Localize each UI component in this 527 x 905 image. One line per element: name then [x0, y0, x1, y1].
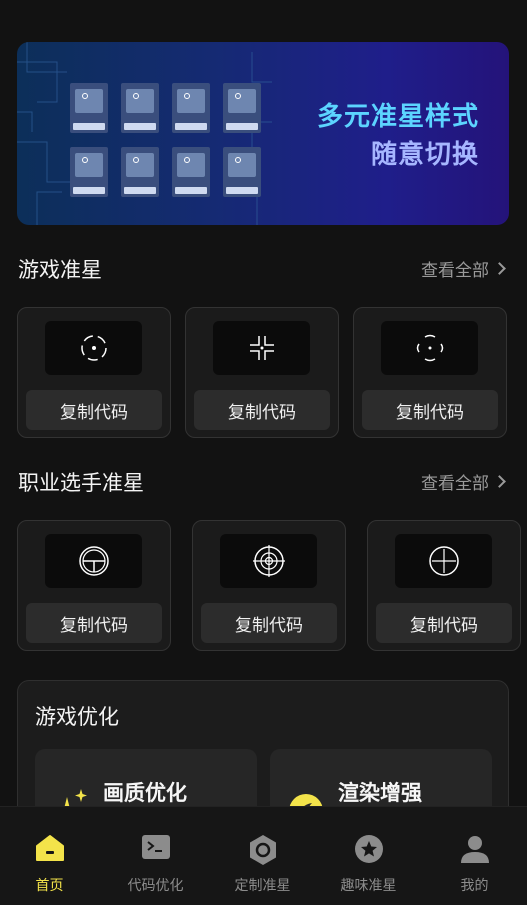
crosshair-dashed-circle-icon	[80, 335, 107, 361]
user-icon	[460, 836, 489, 863]
tab-label: 代码优化	[127, 878, 184, 894]
crosshair-card: 复制代码	[185, 307, 339, 438]
section-title: 职业选手准星	[18, 471, 144, 495]
tab-label: 我的	[460, 878, 489, 894]
promo-banner[interactable]: 多元准星样式 随意切换	[17, 42, 509, 225]
bottom-tab-bar: 首页 代码优化 定制准星 趣味准星 我的	[0, 806, 527, 905]
circuit-pattern	[17, 42, 272, 225]
crosshair-card: 复制代码	[17, 307, 171, 438]
copy-code-button[interactable]: 复制代码	[376, 603, 512, 643]
tab-profile[interactable]: 我的	[422, 807, 527, 905]
hexagon-icon	[249, 835, 276, 865]
view-all-link[interactable]: 查看全部	[421, 256, 506, 281]
section-title: 游戏准星	[18, 258, 102, 282]
view-all-link[interactable]: 查看全部	[421, 469, 506, 494]
tab-label: 定制准星	[234, 878, 291, 894]
crosshair-card: 复制代码	[367, 520, 521, 651]
chevron-right-icon	[493, 475, 506, 488]
crosshair-brackets-icon	[416, 334, 443, 362]
chevron-right-icon	[493, 262, 506, 275]
copy-code-button[interactable]: 复制代码	[26, 603, 162, 643]
copy-code-button[interactable]: 复制代码	[26, 390, 162, 430]
view-all-label: 查看全部	[421, 261, 489, 281]
banner-line-2: 随意切换	[370, 140, 479, 170]
tab-custom-crosshair[interactable]: 定制准星	[210, 807, 315, 905]
copy-code-button[interactable]: 复制代码	[362, 390, 498, 430]
pro-crosshair-header: 职业选手准星 查看全部	[18, 467, 508, 497]
crosshair-circle-cross-icon	[428, 546, 459, 576]
card-label: 渲染增强	[338, 781, 422, 805]
banner-line-1: 多元准星样式	[316, 102, 479, 132]
crosshair-corners-icon	[249, 336, 274, 360]
tab-label: 趣味准星	[340, 878, 397, 894]
tab-code-optimize[interactable]: 代码优化	[103, 807, 208, 905]
copy-code-button[interactable]: 复制代码	[201, 603, 337, 643]
view-all-label: 查看全部	[421, 474, 489, 494]
tab-label: 首页	[35, 878, 64, 894]
crosshair-card: 复制代码	[192, 520, 346, 651]
tab-home[interactable]: 首页	[0, 807, 102, 905]
terminal-icon	[141, 835, 170, 859]
copy-code-button[interactable]: 复制代码	[194, 390, 330, 430]
crosshair-preview	[381, 321, 478, 375]
star-circle-icon	[354, 835, 383, 863]
tab-fun-crosshair[interactable]: 趣味准星	[316, 807, 421, 905]
crosshair-card: 复制代码	[353, 307, 507, 438]
card-label: 画质优化	[103, 781, 187, 805]
crosshair-preview	[220, 534, 317, 588]
crosshair-t-circle-icon	[78, 546, 109, 576]
crosshair-preview	[395, 534, 492, 588]
home-icon	[35, 835, 64, 861]
crosshair-preview	[213, 321, 310, 375]
crosshair-preview	[45, 321, 142, 375]
banner-headline: 多元准星样式 随意切换	[317, 98, 479, 174]
game-crosshair-header: 游戏准星 查看全部	[18, 254, 508, 284]
panel-title: 游戏优化	[35, 705, 119, 729]
crosshair-card: 复制代码	[17, 520, 171, 651]
crosshair-preview	[45, 534, 142, 588]
crosshair-target-rings-icon	[252, 545, 285, 577]
